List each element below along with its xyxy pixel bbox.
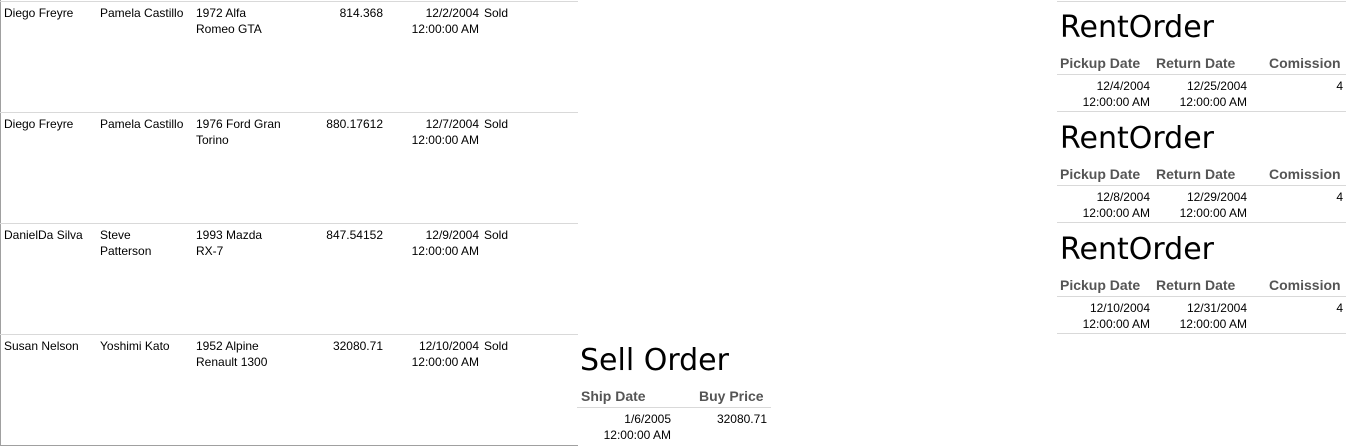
return-date-value: 12/29/2004 12:00:00 AM — [1179, 190, 1247, 220]
buyer-cell: Yoshimi Kato — [100, 339, 170, 353]
buy-price-header: Buy Price — [699, 388, 764, 404]
rent-order-title: RentOrder — [1060, 232, 1214, 267]
header-divider — [1057, 296, 1346, 297]
commission-header: Comission — [1269, 166, 1341, 182]
return-date-header: Return Date — [1156, 166, 1236, 182]
status-cell: Sold — [484, 6, 509, 20]
rent-order-block: RentOrder Pickup Date Return Date Comiss… — [1057, 224, 1346, 334]
buy-price-value: 32080.71 — [716, 412, 767, 426]
car-cell: 1952 Alpine Renault 1300 — [196, 339, 268, 369]
rent-order-block: RentOrder Pickup Date Return Date Comiss… — [1057, 113, 1346, 223]
commission-header: Comission — [1269, 277, 1341, 293]
commission-value: 4 — [1336, 79, 1343, 93]
seller-cell: Diego Freyre — [4, 6, 74, 20]
table-row: Susan Nelson Yoshimi Kato 1952 Alpine Re… — [0, 334, 578, 444]
return-date-value: 12/31/2004 12:00:00 AM — [1179, 301, 1247, 331]
commission-value: 4 — [1336, 190, 1343, 204]
ship-date-header: Ship Date — [581, 388, 646, 404]
status-cell: Sold — [484, 228, 509, 242]
table-row: DanielDa Silva Steve Patterson 1993 Mazd… — [0, 223, 578, 333]
rent-order-title: RentOrder — [1060, 10, 1214, 45]
pickup-date-header: Pickup Date — [1060, 55, 1141, 71]
return-date-header: Return Date — [1156, 55, 1236, 71]
sell-order-block: Sell Order Ship Date Buy Price 1/6/2005 … — [577, 335, 771, 447]
price-cell: 32080.71 — [332, 339, 383, 353]
commission-value: 4 — [1336, 301, 1343, 315]
return-date-header: Return Date — [1156, 277, 1236, 293]
car-cell: 1976 Ford Gran Torino — [196, 117, 281, 147]
table-row: Diego Freyre Pamela Castillo 1972 Alfa R… — [0, 1, 578, 111]
car-cell: 1972 Alfa Romeo GTA — [196, 6, 262, 36]
pickup-date-header: Pickup Date — [1060, 277, 1141, 293]
status-cell: Sold — [484, 339, 509, 353]
buyer-cell: Pamela Castillo — [100, 117, 184, 131]
sell-order-title: Sell Order — [580, 343, 729, 378]
block-divider — [1057, 333, 1346, 334]
pickup-date-value: 12/4/2004 12:00:00 AM — [1082, 79, 1150, 109]
pickup-date-value: 12/8/2004 12:00:00 AM — [1082, 190, 1150, 220]
block-divider — [1057, 111, 1346, 112]
seller-cell: Diego Freyre — [4, 117, 74, 131]
car-cell: 1993 Mazda RX-7 — [196, 228, 263, 258]
header-divider — [577, 407, 771, 408]
table-row: Diego Freyre Pamela Castillo 1976 Ford G… — [0, 112, 578, 222]
table-bottom-border — [0, 445, 578, 446]
pickup-date-header: Pickup Date — [1060, 166, 1141, 182]
status-cell: Sold — [484, 117, 509, 131]
date-cell: 12/10/2004 12:00:00 AM — [411, 339, 479, 369]
date-cell: 12/2/2004 12:00:00 AM — [411, 6, 479, 36]
price-cell: 880.17612 — [326, 117, 383, 131]
ship-date-value: 1/6/2005 12:00:00 AM — [603, 412, 671, 442]
rent-order-block: RentOrder Pickup Date Return Date Comiss… — [1057, 2, 1346, 112]
price-cell: 847.54152 — [326, 228, 383, 242]
rent-order-title: RentOrder — [1060, 121, 1214, 156]
date-cell: 12/9/2004 12:00:00 AM — [411, 228, 479, 258]
date-cell: 12/7/2004 12:00:00 AM — [411, 117, 479, 147]
seller-cell: DanielDa Silva — [4, 228, 83, 242]
header-divider — [1057, 185, 1346, 186]
buyer-cell: Steve Patterson — [100, 228, 152, 258]
pickup-date-value: 12/10/2004 12:00:00 AM — [1082, 301, 1150, 331]
return-date-value: 12/25/2004 12:00:00 AM — [1179, 79, 1247, 109]
seller-cell: Susan Nelson — [4, 339, 79, 353]
buyer-cell: Pamela Castillo — [100, 6, 184, 20]
price-cell: 814.368 — [339, 6, 383, 20]
commission-header: Comission — [1269, 55, 1341, 71]
header-divider — [1057, 74, 1346, 75]
block-divider — [1057, 222, 1346, 223]
